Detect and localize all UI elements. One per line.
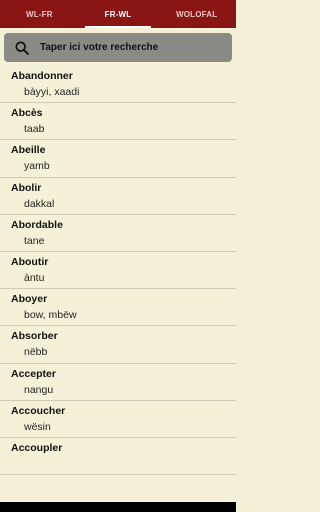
wolof-translation: dakkal (24, 197, 55, 210)
tab-wolofal[interactable]: WOLOFAL (157, 0, 236, 28)
list-item[interactable]: Abandonner bàyyi, xaadi (0, 66, 236, 104)
list-item[interactable]: Abeille yamb (0, 140, 236, 178)
wolof-translation: bow, mbëw (24, 309, 77, 322)
search-box[interactable] (4, 33, 232, 62)
system-navigation-bar (0, 502, 236, 512)
list-item[interactable]: Aboyer bow, mbëw (0, 289, 236, 327)
wolof-translation: wësin (24, 420, 51, 433)
tab-fr-wl[interactable]: FR-WL (79, 0, 158, 28)
wolof-translation: yamb (24, 160, 50, 173)
french-word: Abandonner (11, 70, 73, 82)
list-item[interactable]: Abcès taab (0, 103, 236, 141)
dictionary-list[interactable]: Abandonner bàyyi, xaadi Abcès taab Abeil… (0, 66, 236, 502)
wolof-translation: taab (24, 123, 45, 136)
french-word: Abcès (11, 107, 43, 120)
list-item[interactable]: Abordable tane (0, 215, 236, 252)
french-word: Abolir (11, 181, 42, 194)
tab-bar: WL-FR FR-WL WOLOFAL (0, 0, 236, 28)
search-bar (0, 28, 236, 66)
wolof-translation: nëbb (24, 346, 48, 359)
list-item[interactable]: Aboutir àntu (0, 252, 236, 290)
wolof-translation: àntu (24, 271, 45, 284)
list-item[interactable]: Abolir dakkal (0, 178, 236, 215)
list-item[interactable]: Accoucher wësin (0, 401, 236, 438)
list-item[interactable]: Absorber nëbb (0, 326, 236, 364)
search-input[interactable] (40, 42, 232, 53)
tab-wl-fr[interactable]: WL-FR (0, 0, 79, 28)
list-item[interactable]: Accoupler (0, 438, 236, 476)
wolof-translation: tane (24, 234, 45, 247)
wolof-translation: bàyyi, xaadi (24, 86, 80, 98)
wolof-translation (11, 456, 236, 458)
french-word: Abordable (11, 218, 63, 231)
wolof-translation: nangu (24, 383, 54, 396)
french-word: Accoucher (11, 404, 66, 417)
french-word: Aboyer (11, 293, 48, 306)
french-word: Aboutir (11, 255, 49, 268)
french-word: Abeille (11, 144, 46, 157)
search-icon[interactable] (14, 40, 30, 56)
french-word: Absorber (11, 330, 58, 343)
list-item[interactable]: Accepter nangu (0, 364, 236, 401)
french-word: Accepter (11, 367, 56, 380)
french-word: Accoupler (11, 441, 63, 454)
